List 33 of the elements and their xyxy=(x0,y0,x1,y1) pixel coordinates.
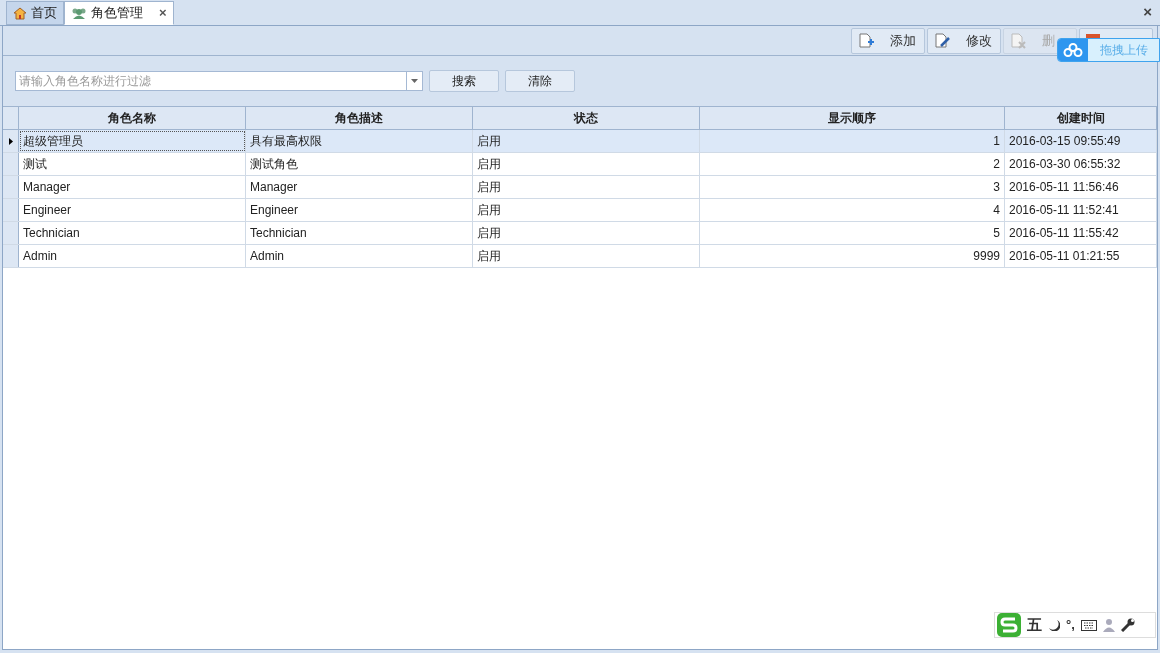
table-cell: 3 xyxy=(700,176,1005,198)
tab-label: 角色管理 xyxy=(91,4,143,23)
table-cell: Admin xyxy=(19,245,246,267)
table-cell: 启用 xyxy=(473,222,700,244)
table-cell: 4 xyxy=(700,199,1005,221)
table-cell: 2 xyxy=(700,153,1005,175)
table-cell: Engineer xyxy=(19,199,246,221)
table-cell: 2016-03-15 09:55:49 xyxy=(1005,130,1157,152)
table-cell: 启用 xyxy=(473,130,700,152)
table-cell: Manager xyxy=(246,176,473,198)
table-cell: 2016-05-11 11:52:41 xyxy=(1005,199,1157,221)
table-cell: 2016-05-11 11:55:42 xyxy=(1005,222,1157,244)
tab-label: 首页 xyxy=(31,4,57,23)
table-cell: 启用 xyxy=(473,176,700,198)
table-cell: 启用 xyxy=(473,245,700,267)
table-cell: 启用 xyxy=(473,153,700,175)
table-cell: 1 xyxy=(700,130,1005,152)
table-cell: 2016-03-30 06:55:32 xyxy=(1005,153,1157,175)
table-cell: Technician xyxy=(19,222,246,244)
table-cell: 具有最高权限 xyxy=(246,130,473,152)
table-cell: 5 xyxy=(700,222,1005,244)
table-cell: Manager xyxy=(19,176,246,198)
table-cell: 9999 xyxy=(700,245,1005,267)
table-cell: 测试角色 xyxy=(246,153,473,175)
table-cell: Admin xyxy=(246,245,473,267)
table-cell: 启用 xyxy=(473,199,700,221)
table-cell: 2016-05-11 11:56:46 xyxy=(1005,176,1157,198)
table-cell: Technician xyxy=(246,222,473,244)
upload-label: 拖拽上传 xyxy=(1100,42,1148,59)
table-cell: Engineer xyxy=(246,199,473,221)
table-cell: 2016-05-11 01:21:55 xyxy=(1005,245,1157,267)
table-cell: 超级管理员 xyxy=(19,130,246,152)
table-cell: 测试 xyxy=(19,153,246,175)
